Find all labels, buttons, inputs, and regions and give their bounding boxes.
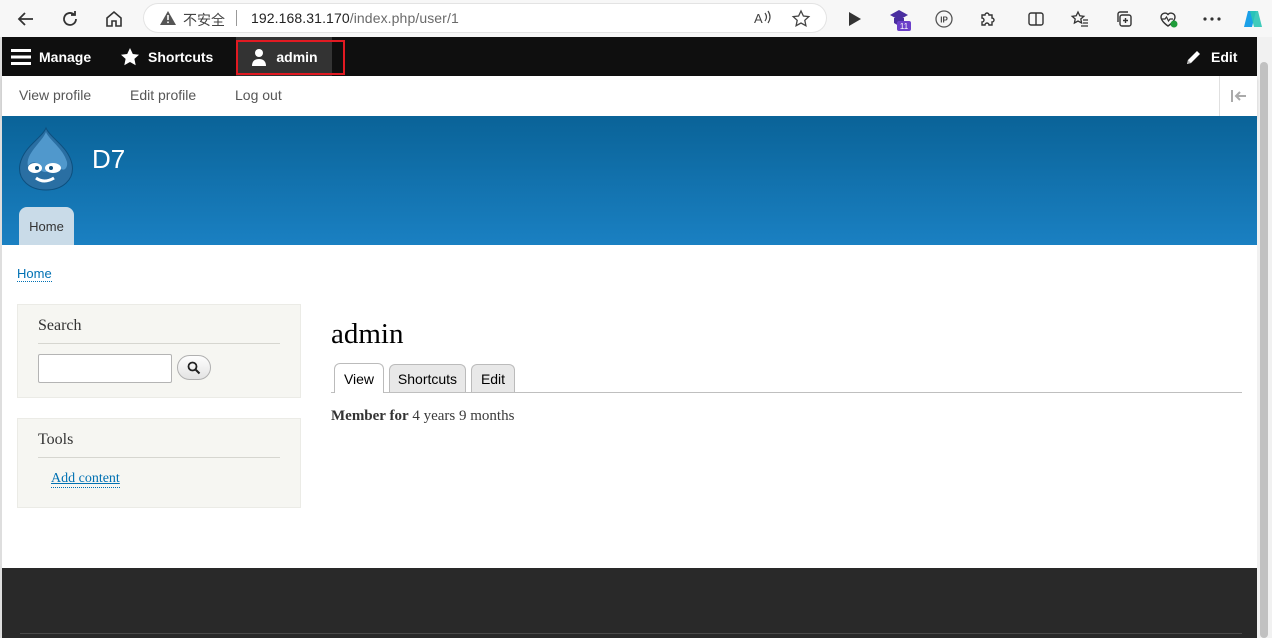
split-screen-icon [1028, 12, 1044, 26]
home-button[interactable] [101, 6, 127, 32]
address-bar[interactable]: 不安全 192.168.31.170/index.php/user/1 A [143, 3, 827, 33]
url-text[interactable]: 192.168.31.170/index.php/user/1 [251, 10, 459, 26]
user-tray: View profile Edit profile Log out [2, 76, 1257, 117]
search-block-divider [38, 343, 280, 344]
add-content-link[interactable]: Add content [51, 471, 120, 488]
browser-toolbar: 不安全 192.168.31.170/index.php/user/1 A 11… [0, 0, 1272, 37]
more-dots-icon [1203, 17, 1221, 21]
orientation-toggle-icon [1231, 90, 1246, 102]
search-icon [187, 361, 201, 374]
main-menu-home-tab[interactable]: Home [19, 207, 74, 245]
view-profile-link[interactable]: View profile [19, 87, 91, 103]
collections-button[interactable] [1112, 7, 1136, 31]
favorites-button[interactable] [1068, 7, 1092, 31]
site-header: D7 Home [2, 116, 1257, 245]
breadcrumb-home[interactable]: Home [17, 266, 52, 282]
extensions-button[interactable] [976, 7, 1000, 31]
tools-block-divider [38, 457, 280, 458]
url-host: 192.168.31.170 [251, 10, 350, 26]
pencil-icon [1187, 50, 1200, 64]
admin-toolbar: Manage Shortcuts admin Edit [2, 37, 1257, 76]
site-footer [2, 568, 1257, 638]
tabs-underline [331, 392, 1242, 393]
refresh-button[interactable] [57, 6, 83, 32]
search-block: Search [17, 304, 301, 398]
tab-view[interactable]: View [334, 363, 384, 393]
extension-badge: 11 [900, 22, 909, 31]
site-name[interactable]: D7 [92, 144, 125, 175]
warning-icon [160, 11, 176, 25]
log-out-link[interactable]: Log out [235, 87, 282, 103]
search-input[interactable] [38, 354, 172, 383]
toolbar-user[interactable]: admin [236, 37, 332, 76]
search-block-title: Search [38, 317, 82, 334]
scrollbar-thumb[interactable] [1260, 62, 1268, 638]
toolbar-shortcuts[interactable]: Shortcuts [120, 37, 213, 76]
read-aloud-icon[interactable]: A [753, 9, 773, 27]
play-icon [849, 12, 861, 26]
graduation-cap-icon: 11 [890, 10, 911, 31]
svg-text:A: A [754, 11, 763, 26]
copilot-icon [1244, 11, 1262, 27]
member-for-value: 4 years 9 months [412, 408, 515, 424]
toolbar-shortcuts-label: Shortcuts [148, 48, 214, 65]
member-for-label: Member for [331, 408, 409, 424]
drupal-logo-icon[interactable] [16, 126, 76, 192]
ip-icon: IP [935, 10, 953, 28]
extension-grad-button[interactable]: 11 [888, 7, 912, 31]
tab-shortcuts[interactable]: Shortcuts [389, 364, 466, 392]
split-screen-button[interactable] [1024, 7, 1048, 31]
ip-extension-label: IP [940, 16, 948, 25]
refresh-icon [63, 11, 77, 26]
home-icon [106, 10, 122, 27]
user-icon [252, 48, 267, 66]
toolbar-edit-label: Edit [1211, 48, 1238, 65]
media-play-button[interactable] [842, 7, 866, 31]
toolbar-user-label: admin [276, 48, 318, 65]
ip-extension-button[interactable]: IP [932, 7, 956, 31]
back-arrow-icon [17, 12, 33, 26]
security-label[interactable]: 不安全 [183, 10, 225, 30]
favorites-list-icon [1070, 10, 1088, 27]
url-path: /index.php/user/1 [349, 10, 459, 26]
footer-divider [20, 633, 1242, 634]
page-title: admin [331, 318, 404, 350]
copilot-button[interactable] [1241, 7, 1265, 31]
toolbar-edit[interactable]: Edit [1185, 37, 1237, 76]
browser-essentials-button[interactable] [1156, 7, 1180, 31]
collections-icon [1117, 11, 1132, 27]
tools-block-title: Tools [38, 431, 74, 448]
more-menu-button[interactable] [1200, 7, 1224, 31]
back-button[interactable] [13, 6, 39, 32]
member-for-info: Member for 4 years 9 months [331, 408, 514, 425]
tools-block: Tools Add content [17, 418, 301, 508]
heart-pulse-icon [1160, 12, 1178, 28]
favorite-star-icon[interactable] [791, 9, 811, 29]
edit-profile-link[interactable]: Edit profile [130, 87, 196, 103]
search-button[interactable] [177, 355, 211, 380]
tray-orientation-toggle[interactable] [1219, 76, 1258, 116]
hamburger-icon [11, 48, 31, 65]
address-divider [236, 10, 237, 26]
puzzle-icon [981, 12, 995, 26]
toolbar-manage[interactable]: Manage [11, 37, 91, 76]
star-icon [121, 47, 139, 65]
tab-edit[interactable]: Edit [471, 364, 515, 392]
toolbar-manage-label: Manage [39, 48, 92, 65]
